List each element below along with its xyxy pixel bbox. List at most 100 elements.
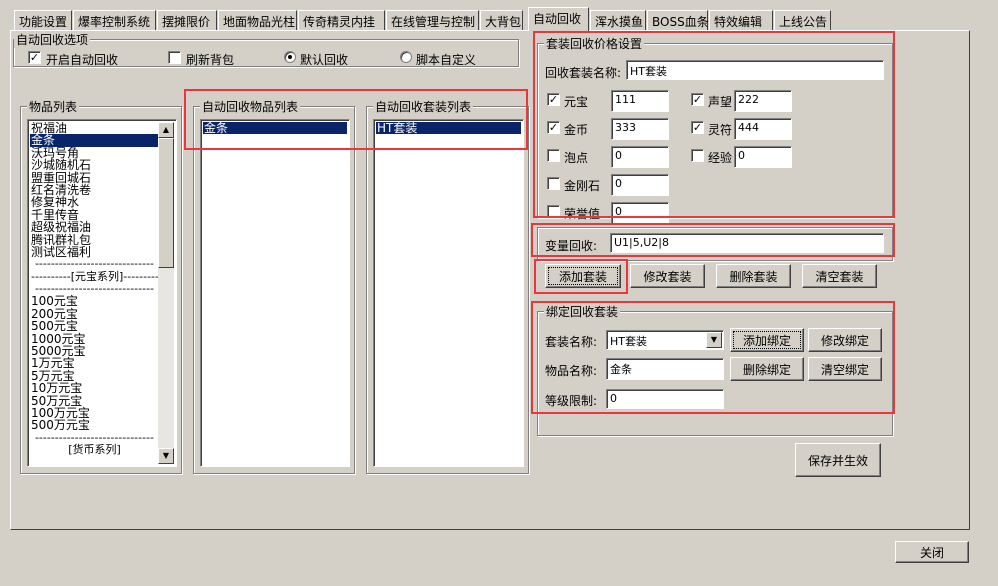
list-item[interactable]: ------------------------------ <box>30 258 158 270</box>
price-checkbox-3[interactable] <box>547 177 560 190</box>
price-checkbox-4[interactable] <box>547 205 560 218</box>
enable-auto-recycle-label: 开启自动回收 <box>46 53 119 67</box>
clear-set-button[interactable]: 清空套装 <box>802 264 877 288</box>
tab-panel-auto-recycle: 自动回收选项 ✓ 开启自动回收 刷新背包 默认回收 脚本自定义 物品列表 祝福油… <box>10 30 970 530</box>
bind-set-group: 绑定回收套装 套装名称: HT套装 ▼ 添加绑定 修改绑定 物品名称: 金条 删… <box>537 303 893 436</box>
tab-2[interactable]: 摆摊限价 <box>157 10 217 30</box>
list-item[interactable]: 500万元宝 <box>30 419 158 431</box>
scroll-up-arrow-icon[interactable]: ▲ <box>158 122 174 138</box>
list-item[interactable]: 金条 <box>203 122 347 135</box>
scroll-down-arrow-icon[interactable]: ▼ <box>158 448 174 464</box>
tab-6[interactable]: 大背包 <box>480 10 523 30</box>
set-name-input[interactable]: HT套装 <box>626 60 884 80</box>
list-item[interactable]: 沙城随机石 <box>30 159 158 171</box>
bind-item-name-input[interactable]: 金条 <box>606 358 724 380</box>
item-list-items: 祝福油 金条 沃玛号角 沙城随机石 盟重回城石 红名清洗卷 修复神水 千里传音 超级祝福油 腾讯群… <box>30 122 158 464</box>
chevron-down-icon[interactable]: ▼ <box>706 332 722 348</box>
price-label-0: 元宝 <box>564 95 589 109</box>
list-item[interactable]: 10万元宝 <box>30 382 158 394</box>
enable-auto-recycle-checkbox[interactable]: ✓ <box>28 51 41 64</box>
list-item[interactable]: HT套装 <box>376 122 521 135</box>
bind-item-name-label: 物品名称: <box>545 364 598 378</box>
list-item[interactable]: 超级祝福油 <box>30 221 158 233</box>
price-label-5: 声望 <box>708 95 733 109</box>
price-label-2: 泡点 <box>564 151 589 165</box>
radio-selected-dot <box>288 55 292 59</box>
level-limit-label: 等级限制: <box>545 394 598 408</box>
add-bind-button[interactable]: 添加绑定 <box>730 328 804 352</box>
price-input-7[interactable]: 0 <box>734 146 792 168</box>
modify-set-button[interactable]: 修改套装 <box>630 264 705 288</box>
item-list-title: 物品列表 <box>27 98 80 115</box>
list-item[interactable]: 修复神水 <box>30 196 158 208</box>
auto-set-listbox[interactable]: HT套装 <box>373 119 524 467</box>
tab-9[interactable]: BOSS血条 <box>647 10 709 30</box>
save-apply-button[interactable]: 保存并生效 <box>795 443 881 477</box>
price-label-1: 金币 <box>564 123 589 137</box>
item-list-scrollbar[interactable]: ▲ ▼ <box>158 122 174 464</box>
price-input-5[interactable]: 222 <box>734 90 792 112</box>
auto-options-title: 自动回收选项 <box>14 31 91 48</box>
refresh-bag-label: 刷新背包 <box>186 53 235 67</box>
list-item[interactable]: 金条 <box>30 134 158 147</box>
auto-item-listbox[interactable]: 金条 <box>200 119 350 467</box>
delete-set-button[interactable]: 删除套装 <box>716 264 791 288</box>
refresh-bag-checkbox[interactable] <box>168 51 181 64</box>
clear-bind-button[interactable]: 清空绑定 <box>808 357 882 381</box>
tab-10[interactable]: 特效编辑 <box>709 10 773 30</box>
price-checkbox-7[interactable] <box>691 149 704 162</box>
price-input-0[interactable]: 111 <box>611 90 669 112</box>
level-limit-input[interactable]: 0 <box>606 389 724 409</box>
tab-8[interactable]: 浑水摸鱼 <box>590 10 646 30</box>
tab-0[interactable]: 功能设置 <box>14 10 72 30</box>
list-item[interactable]: 1万元宝 <box>30 357 158 369</box>
price-input-3[interactable]: 0 <box>611 174 669 196</box>
set-price-title: 套装回收价格设置 <box>544 35 645 52</box>
modify-bind-button[interactable]: 修改绑定 <box>808 328 882 352</box>
bind-set-title: 绑定回收套装 <box>544 303 621 320</box>
script-custom-label: 脚本自定义 <box>416 53 477 67</box>
price-input-6[interactable]: 444 <box>734 118 792 140</box>
item-list-group: 物品列表 祝福油 金条 沃玛号角 沙城随机石 盟重回城石 红名清洗卷 修复神水 千里传音 超级祝… <box>20 98 182 474</box>
tab-5[interactable]: 在线管理与控制 <box>386 10 479 30</box>
auto-set-list-title: 自动回收套装列表 <box>373 98 474 115</box>
price-label-3: 金刚石 <box>564 179 601 193</box>
tab-1[interactable]: 爆率控制系统 <box>73 10 156 30</box>
var-recycle-group: 变量回收: U1|5,U2|8 <box>537 227 893 261</box>
price-checkbox-6[interactable]: ✓ <box>691 121 704 134</box>
price-checkbox-5[interactable]: ✓ <box>691 93 704 106</box>
default-recycle-label: 默认回收 <box>300 53 349 67</box>
bind-set-name-select[interactable]: HT套装 ▼ <box>606 330 724 350</box>
price-label-6: 灵符 <box>708 123 733 137</box>
auto-item-list-items: 金条 <box>203 122 347 464</box>
price-checkbox-1[interactable]: ✓ <box>547 121 560 134</box>
auto-options-group: 自动回收选项 ✓ 开启自动回收 刷新背包 默认回收 脚本自定义 <box>13 31 519 67</box>
tab-4[interactable]: 传奇精灵内挂 <box>298 10 385 30</box>
scroll-thumb[interactable] <box>158 138 174 268</box>
price-label-4: 荣誉值 <box>564 207 601 221</box>
bind-set-name-value: HT套装 <box>610 335 647 348</box>
price-input-1[interactable]: 333 <box>611 118 669 140</box>
close-button[interactable]: 关闭 <box>895 541 969 563</box>
list-item[interactable]: [货币系列] <box>30 443 158 456</box>
script-custom-radio[interactable] <box>400 51 412 63</box>
auto-set-list-items: HT套装 <box>376 122 521 464</box>
tab-11[interactable]: 上线公告 <box>774 10 831 30</box>
price-checkbox-0[interactable]: ✓ <box>547 93 560 106</box>
list-item[interactable]: 500元宝 <box>30 320 158 332</box>
tab-7[interactable]: 自动回收 <box>528 7 589 31</box>
delete-bind-button[interactable]: 删除绑定 <box>730 357 804 381</box>
list-item[interactable]: 100元宝 <box>30 295 158 307</box>
price-input-4[interactable]: 0 <box>611 202 669 224</box>
tab-3[interactable]: 地面物品光柱 <box>218 10 297 30</box>
default-recycle-radio[interactable] <box>284 51 296 63</box>
bind-set-name-label: 套装名称: <box>545 335 598 349</box>
item-listbox[interactable]: 祝福油 金条 沃玛号角 沙城随机石 盟重回城石 红名清洗卷 修复神水 千里传音 超级祝福油 腾讯群… <box>27 119 177 467</box>
add-set-button[interactable]: 添加套装 <box>545 264 621 288</box>
set-price-group: 套装回收价格设置 回收套装名称: HT套装 ✓ 元宝 111 ✓ 金币 333 泡点 0 金刚石… <box>537 35 893 224</box>
var-recycle-label: 变量回收: <box>545 239 598 253</box>
var-recycle-input[interactable]: U1|5,U2|8 <box>610 233 884 253</box>
price-checkbox-2[interactable] <box>547 149 560 162</box>
auto-item-list-title: 自动回收物品列表 <box>200 98 301 115</box>
price-input-2[interactable]: 0 <box>611 146 669 168</box>
